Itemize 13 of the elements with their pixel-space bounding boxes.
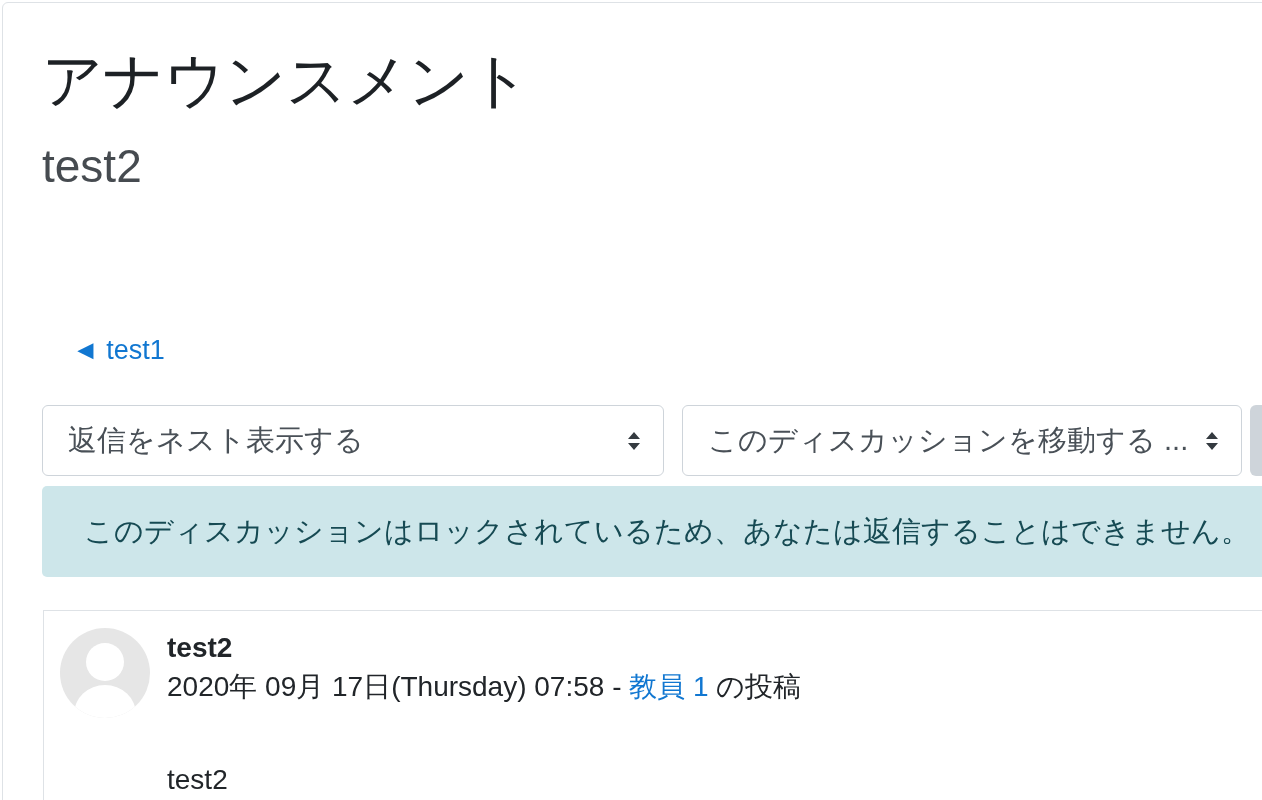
- updown-caret-icon: [1205, 430, 1219, 451]
- previous-discussion-link[interactable]: ◄ test1: [72, 335, 165, 366]
- post-subject: test2: [167, 631, 233, 666]
- avatar-icon: [60, 628, 150, 719]
- post-body: test2: [167, 764, 228, 797]
- updown-caret-icon: [627, 430, 641, 451]
- post-byline: 2020年 09月 17日(Thursday) 07:58 - 教員 1 の投稿: [167, 670, 802, 705]
- author-link[interactable]: 教員 1: [629, 671, 709, 703]
- page-title: アナウンスメント: [42, 46, 530, 116]
- discussion-subtitle: test2: [42, 139, 142, 194]
- locked-alert: このディスカッションはロックされているため、あなたは返信することはできません。: [42, 486, 1262, 578]
- dropdown-select[interactable]: このディスカッションを移動する ...: [682, 405, 1242, 477]
- dropdown-select[interactable]: 返信をネスト表示する: [42, 405, 664, 477]
